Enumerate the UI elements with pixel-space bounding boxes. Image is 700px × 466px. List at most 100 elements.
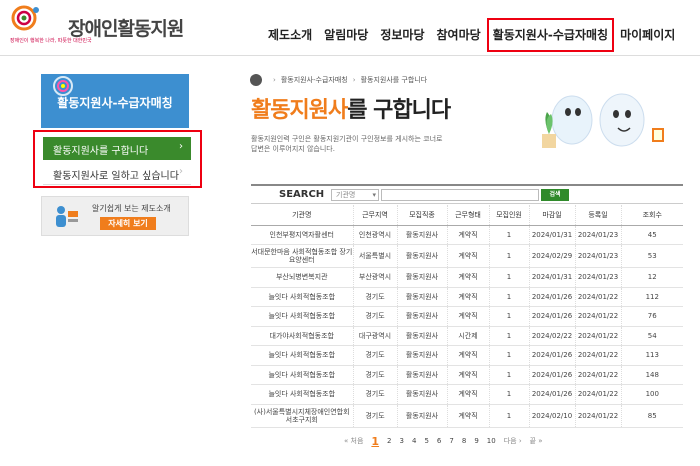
cell-deadline: 2024/01/26: [529, 365, 576, 385]
cell-views: 100: [621, 384, 683, 405]
cell-agency[interactable]: (사)서울특별시지체장애인연합회 서초구지회: [251, 404, 354, 428]
cell-deadline: 2024/02/29: [529, 244, 576, 268]
column-header[interactable]: 기관명: [251, 205, 354, 226]
table-row[interactable]: 늘잇다 사회적협동조합 경기도 활동지원사 계약직 1 2024/01/26 2…: [251, 365, 683, 385]
cell-type: 계약직: [447, 267, 490, 288]
pager-page[interactable]: 3: [400, 437, 404, 445]
gnb-item-notice[interactable]: 알림마당: [318, 18, 374, 52]
cell-region: 대구광역시: [353, 326, 398, 346]
search-label: SEARCH: [279, 189, 325, 200]
table-row[interactable]: 늘잇다 사회적협동조합 경기도 활동지원사 계약직 1 2024/01/26 2…: [251, 306, 683, 327]
sidebar-banner: 활동지원사-수급자매칭: [41, 74, 189, 128]
cell-deadline: 2024/02/22: [529, 326, 576, 346]
home-icon[interactable]: [250, 74, 262, 86]
cell-count: 1: [489, 365, 530, 385]
cell-job: 활동지원사: [397, 244, 448, 268]
cell-agency[interactable]: 늘잇다 사회적협동조합: [251, 287, 354, 307]
column-header[interactable]: 모집직종: [397, 205, 448, 226]
cell-count: 1: [489, 306, 530, 327]
cell-agency[interactable]: 늘잇다 사회적협동조합: [251, 384, 354, 405]
search-bar: SEARCH 기관명 ▾ 검색: [251, 184, 683, 204]
cell-type: 계약직: [447, 287, 490, 307]
cell-type: 시간제: [447, 326, 490, 346]
pager-page[interactable]: 6: [437, 437, 441, 445]
table-row[interactable]: 대가야사회적협동조합 대구광역시 활동지원사 시간제 1 2024/02/22 …: [251, 326, 683, 346]
cell-job: 활동지원사: [397, 365, 448, 385]
cell-job: 활동지원사: [397, 404, 448, 428]
cell-agency[interactable]: 인천부평지역자활센터: [251, 225, 354, 245]
pager-page[interactable]: 10: [487, 437, 496, 445]
cell-agency[interactable]: 대가야사회적협동조합: [251, 326, 354, 346]
pager-last[interactable]: 끝 »: [530, 436, 543, 446]
cell-count: 1: [489, 287, 530, 307]
cell-type: 계약직: [447, 225, 490, 245]
cell-job: 활동지원사: [397, 384, 448, 405]
pager-page[interactable]: 7: [449, 437, 453, 445]
cell-registered: 2024/01/22: [575, 306, 622, 327]
gnb-item-participation[interactable]: 참여마당: [431, 18, 487, 52]
column-header[interactable]: 근무지역: [353, 205, 398, 226]
search-button[interactable]: 검색: [541, 189, 569, 201]
guide-banner[interactable]: 알기쉽게 보는 제도소개 자세히 보기: [41, 196, 189, 236]
table-row[interactable]: 인천부평지역자활센터 인천광역시 활동지원사 계약직 1 2024/01/31 …: [251, 225, 683, 245]
pager-page[interactable]: 2: [387, 437, 391, 445]
cell-count: 1: [489, 345, 530, 366]
page-title-rest: 를 구합니다: [347, 98, 451, 123]
cell-region: 경기도: [353, 345, 398, 366]
column-header[interactable]: 등록일: [575, 205, 622, 226]
pager-page[interactable]: 9: [474, 437, 478, 445]
breadcrumb-item[interactable]: 활동지원사-수급자매칭: [281, 75, 348, 85]
table-row[interactable]: (사)서울특별시지체장애인연합회 서초구지회 경기도 활동지원사 계약직 1 2…: [251, 404, 683, 428]
column-header[interactable]: 조회수: [621, 205, 683, 226]
cell-type: 계약직: [447, 306, 490, 327]
cell-views: 113: [621, 345, 683, 366]
cell-agency[interactable]: 서대문한마음 사회적협동조합 장기요양센터: [251, 244, 354, 268]
gnb-item-mypage[interactable]: 마이페이지: [614, 18, 681, 52]
gnb-item-matching[interactable]: 활동지원사-수급자매칭: [486, 18, 615, 52]
table-row[interactable]: 늘잇다 사회적협동조합 경기도 활동지원사 계약직 1 2024/01/26 2…: [251, 287, 683, 307]
table-row[interactable]: 서대문한마음 사회적협동조합 장기요양센터 서울특별시 활동지원사 계약직 1 …: [251, 244, 683, 268]
cell-agency[interactable]: 늘잇다 사회적협동조합: [251, 345, 354, 366]
column-header[interactable]: 근무형태: [447, 205, 490, 226]
chevron-down-icon: ▾: [372, 191, 376, 199]
cell-agency[interactable]: 늘잇다 사회적협동조합: [251, 306, 354, 327]
sidebar-item-want-work[interactable]: 활동지원사로 일하고 싶습니다 ›: [43, 162, 191, 185]
gnb-item-intro[interactable]: 제도소개: [262, 18, 318, 52]
pagination: « 처음 1 2 3 4 5 6 7 8 9 10 다음 › 끝 »: [340, 434, 547, 448]
cell-job: 활동지원사: [397, 345, 448, 366]
pager-next[interactable]: 다음 ›: [504, 436, 522, 446]
gnb-item-info[interactable]: 정보마당: [374, 18, 430, 52]
column-header[interactable]: 모집인원: [489, 205, 530, 226]
chevron-right-icon: ›: [179, 166, 183, 177]
logo-mark-icon: [11, 5, 39, 31]
pager-page[interactable]: 8: [462, 437, 466, 445]
sidebar-banner-title: 활동지원사-수급자매칭: [57, 96, 173, 110]
table-row[interactable]: 늘잇다 사회적협동조합 경기도 활동지원사 계약직 1 2024/01/26 2…: [251, 345, 683, 366]
cell-job: 활동지원사: [397, 326, 448, 346]
cell-region: 부산광역시: [353, 267, 398, 288]
cell-agency[interactable]: 늘잇다 사회적협동조합: [251, 365, 354, 385]
cell-views: 53: [621, 244, 683, 268]
column-header[interactable]: 마감일: [529, 205, 576, 226]
pager-first[interactable]: « 처음: [344, 436, 363, 446]
table-row[interactable]: 부산뇌병변복지관 부산광역시 활동지원사 계약직 1 2024/01/31 20…: [251, 267, 683, 288]
sidebar-item-find-worker[interactable]: 활동지원사를 구합니다 ›: [43, 137, 191, 160]
cell-agency[interactable]: 부산뇌병변복지관: [251, 267, 354, 288]
site-logo[interactable]: 장애인활동지원 장애인이 행복한 나라, 따뜻한 대한민국: [10, 4, 200, 50]
global-nav: 제도소개 알림마당 정보마당 참여마당 활동지원사-수급자매칭 마이페이지: [262, 18, 681, 52]
cell-registered: 2024/01/22: [575, 326, 622, 346]
pager-page[interactable]: 5: [424, 437, 428, 445]
guide-detail-button[interactable]: 자세히 보기: [100, 217, 156, 230]
breadcrumb-item[interactable]: 활동지원사를 구합니다: [361, 75, 428, 85]
pager-page[interactable]: 4: [412, 437, 416, 445]
cell-registered: 2024/01/22: [575, 287, 622, 307]
search-input[interactable]: [381, 189, 539, 201]
cell-count: 1: [489, 244, 530, 268]
table-row[interactable]: 늘잇다 사회적협동조합 경기도 활동지원사 계약직 1 2024/01/26 2…: [251, 384, 683, 405]
cell-region: 경기도: [353, 365, 398, 385]
table-header-row: 기관명 근무지역 모집직종 근무형태 모집인원 마감일 등록일 조회수: [251, 205, 683, 226]
search-field-select[interactable]: 기관명 ▾: [331, 189, 379, 201]
pager-page-current[interactable]: 1: [371, 435, 379, 448]
cell-registered: 2024/01/22: [575, 384, 622, 405]
breadcrumb-separator: ›: [273, 76, 276, 84]
